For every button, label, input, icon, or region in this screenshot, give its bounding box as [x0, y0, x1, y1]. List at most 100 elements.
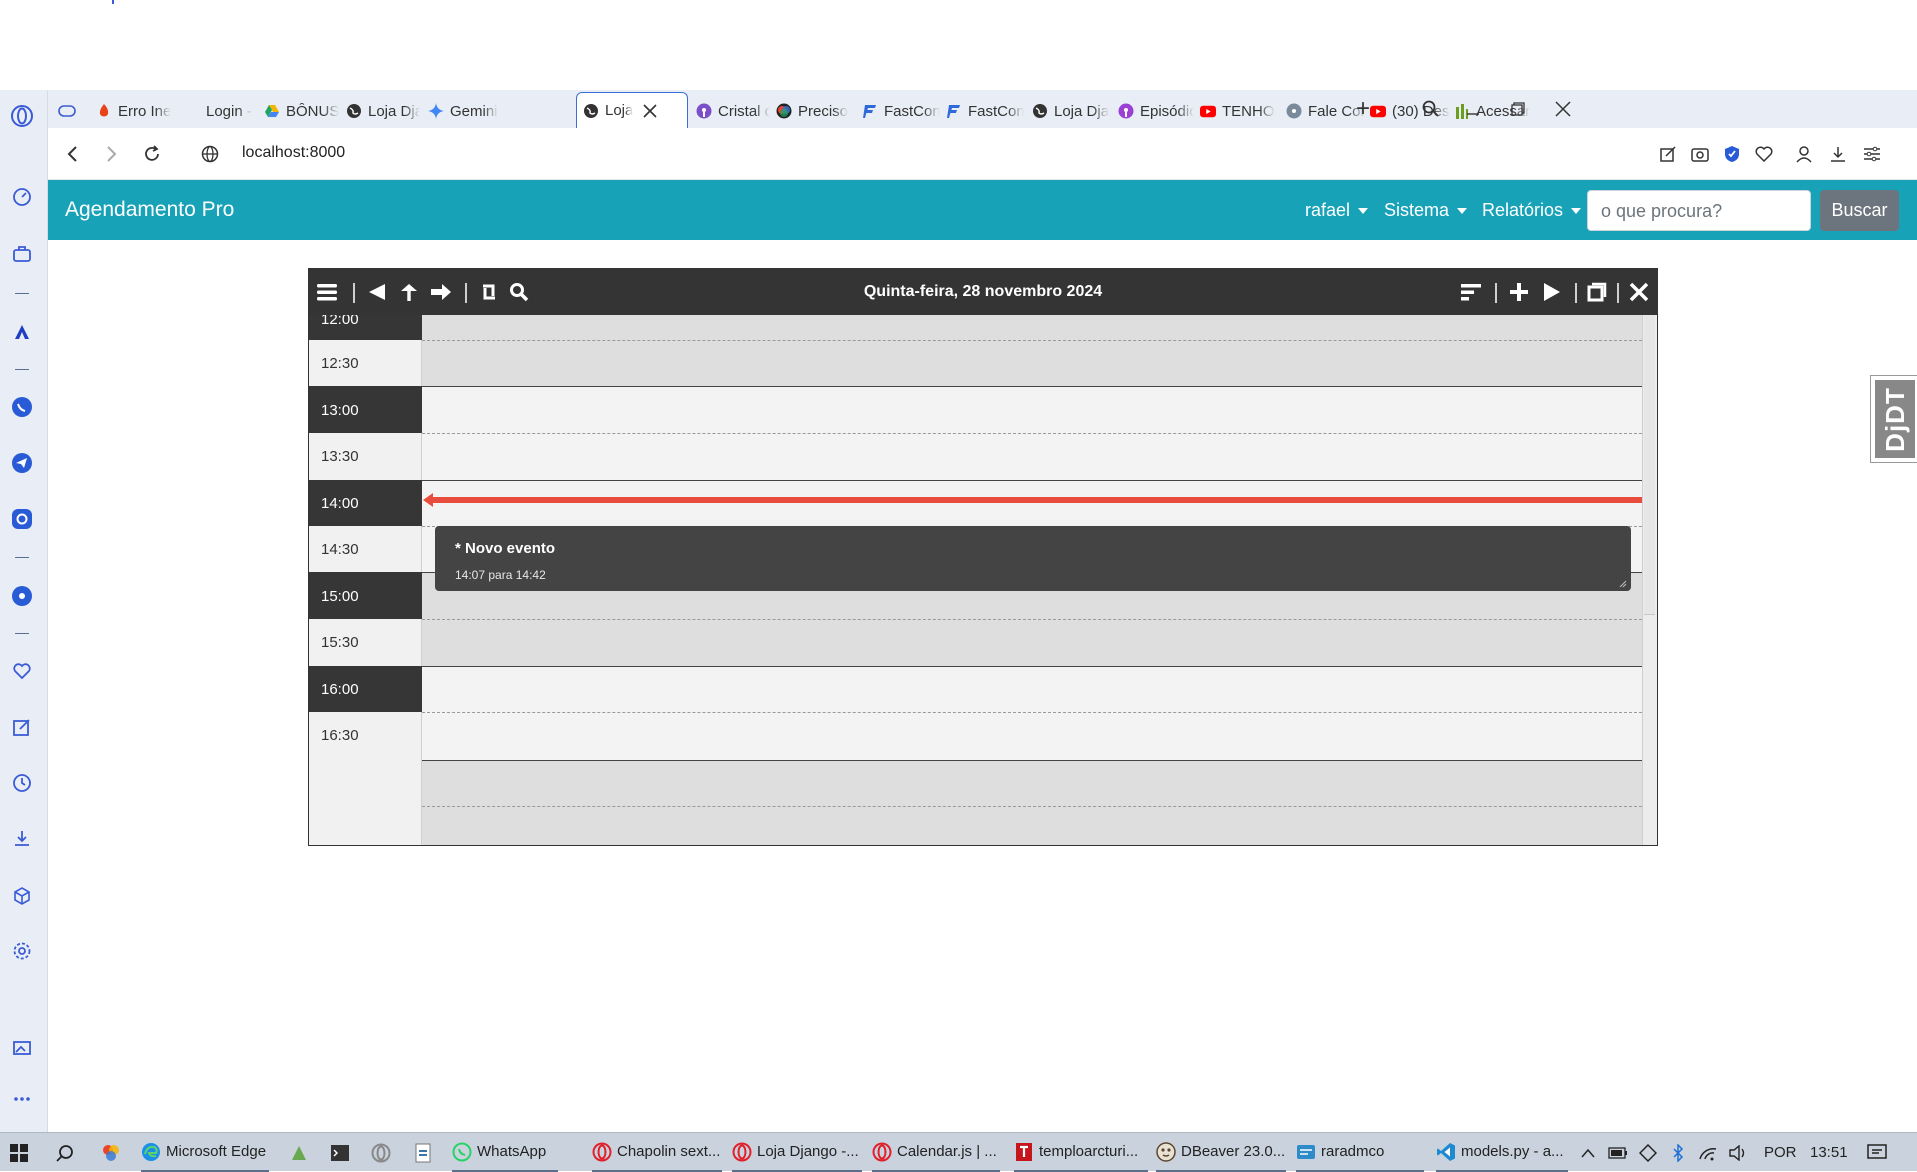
taskbar-app[interactable]: Loja Django -... [732, 1133, 862, 1172]
gallery-icon[interactable] [8, 1034, 36, 1062]
calendar-event[interactable]: * Novo evento 14:07 para 14:42 [435, 526, 1631, 591]
browser-tab[interactable]: Episódic [1118, 97, 1194, 125]
browser-tab[interactable]: Loja Dja [346, 97, 420, 125]
django-debug-toolbar-handle[interactable]: DjDT [1870, 375, 1917, 463]
aria-icon[interactable] [8, 318, 36, 346]
cursor-app-icon[interactable] [288, 1142, 310, 1164]
hour-line [422, 386, 1642, 387]
forward-icon[interactable] [100, 142, 124, 166]
time-slot[interactable] [422, 760, 1642, 845]
taskbar-app[interactable]: DBeaver 23.0.... [1156, 1133, 1286, 1172]
taskbar-app[interactable]: Microsoft Edge [141, 1133, 269, 1172]
sistema-menu-dropdown[interactable]: Sistema [1384, 200, 1468, 221]
whatsapp-icon[interactable] [8, 393, 36, 421]
browser-tab[interactable]: Gemini [428, 97, 508, 125]
taskbar-app-label: Loja Django -... [757, 1143, 859, 1160]
tab-active[interactable]: Loja [576, 92, 688, 128]
fullscreen-icon[interactable] [1583, 278, 1611, 306]
taskbar-app[interactable]: Chapolin sext... [592, 1133, 722, 1172]
speed-dial-icon[interactable] [8, 183, 36, 211]
instagram-icon[interactable] [8, 505, 36, 533]
favorite-heart-icon[interactable] [1752, 142, 1776, 166]
edit-page-icon[interactable] [1656, 142, 1680, 166]
scrollbar-thumb[interactable] [1644, 315, 1655, 615]
url-text[interactable]: localhost:8000 [242, 144, 345, 162]
play-icon[interactable] [1537, 278, 1565, 306]
search-icon[interactable] [54, 1142, 76, 1164]
heart-icon[interactable] [8, 657, 36, 685]
pinboard-icon[interactable] [8, 713, 36, 741]
browser-tab[interactable]: BÔNUS [264, 97, 340, 125]
browser-tab[interactable]: Cristal d [696, 97, 770, 125]
bluetooth-icon[interactable] [1667, 1142, 1689, 1164]
history-icon[interactable] [8, 769, 36, 797]
browser-tab[interactable]: TENHO [1200, 97, 1276, 125]
close-window-icon[interactable] [1548, 96, 1578, 122]
search-button[interactable]: Buscar [1820, 190, 1899, 231]
widgets-icon[interactable] [100, 1142, 122, 1164]
taskbar-app[interactable]: Calendar.js | ... [872, 1133, 1000, 1172]
time-slot[interactable] [422, 315, 1642, 386]
settings-gear-icon[interactable] [8, 937, 36, 965]
half-hour-line [422, 619, 1642, 620]
briefcase-icon[interactable] [8, 240, 36, 268]
notifications-icon[interactable] [1866, 1142, 1888, 1164]
windows-start-icon[interactable] [8, 1142, 30, 1164]
input-language[interactable]: POR [1764, 1144, 1797, 1161]
view-options-icon[interactable] [1457, 278, 1485, 306]
python-file-icon[interactable] [412, 1142, 434, 1164]
taskbar-app[interactable]: raradmco [1296, 1133, 1424, 1172]
resize-grip-icon[interactable] [1619, 580, 1627, 588]
wifi-icon[interactable] [1697, 1142, 1719, 1164]
extensions-icon[interactable] [8, 882, 36, 910]
player-icon[interactable] [8, 582, 36, 610]
add-event-icon[interactable] [1505, 278, 1533, 306]
downloads-icon[interactable] [8, 824, 36, 852]
screen-top-area [0, 0, 1917, 90]
diamond-app-icon[interactable] [1637, 1142, 1659, 1164]
easy-setup-icon[interactable] [1860, 142, 1884, 166]
site-info-globe-icon[interactable] [198, 142, 222, 166]
download-icon[interactable] [1826, 142, 1850, 166]
vpn-shield-icon[interactable] [1720, 142, 1744, 166]
snapshot-camera-icon[interactable] [1688, 142, 1712, 166]
browser-tab[interactable]: Erro Ine [96, 97, 178, 125]
browser-tab[interactable]: Preciso [776, 97, 852, 125]
browser-tab[interactable]: Loja Dja [1032, 97, 1112, 125]
more-options-icon[interactable] [8, 1085, 36, 1113]
chevron-up-icon[interactable] [1577, 1142, 1599, 1164]
opera-logo-icon[interactable] [8, 102, 36, 130]
day-calendar: Quinta-feira, 28 novembro 2024 12:00 12:… [308, 268, 1658, 846]
terminal-icon[interactable] [329, 1142, 351, 1164]
browser-tab[interactable]: FastCon [862, 97, 940, 125]
taskbar-app-label: Chapolin sext... [617, 1143, 721, 1160]
opera-taskbar-icon[interactable] [370, 1142, 392, 1164]
taskbar-app[interactable]: WhatsApp [452, 1133, 558, 1172]
restore-icon[interactable] [1503, 96, 1533, 122]
close-calendar-icon[interactable] [1625, 278, 1653, 306]
time-label: 16:30 [309, 712, 422, 845]
tab-search-icon[interactable] [1416, 96, 1446, 122]
profile-icon[interactable] [1792, 142, 1816, 166]
podcast-icon [1118, 103, 1134, 119]
browser-tab[interactable]: Login - [184, 97, 258, 125]
volume-icon[interactable] [1727, 1142, 1749, 1164]
user-menu-dropdown[interactable]: rafael [1305, 200, 1369, 221]
taskbar-app[interactable]: temploarcturi... [1014, 1133, 1148, 1172]
search-input[interactable]: o que procura? [1587, 190, 1811, 231]
taskbar-app[interactable]: models.py - a... [1436, 1133, 1568, 1172]
reload-icon[interactable] [140, 142, 164, 166]
browser-tab[interactable]: FastCon [946, 97, 1024, 125]
back-icon[interactable] [60, 142, 84, 166]
system-clock[interactable]: 13:51 [1810, 1144, 1848, 1161]
close-tab-icon[interactable] [643, 103, 657, 118]
gamepad-icon[interactable] [58, 97, 84, 125]
telegram-icon[interactable] [8, 449, 36, 477]
new-tab-button[interactable]: + [1348, 95, 1378, 122]
dbeaver-icon [1156, 1141, 1176, 1162]
time-slot[interactable] [422, 666, 1642, 760]
relatorios-menu-dropdown[interactable]: Relatórios [1482, 200, 1582, 221]
brand-title[interactable]: Agendamento Pro [65, 198, 234, 222]
google-drive-icon [264, 103, 280, 119]
minimize-icon[interactable] [1458, 96, 1488, 122]
